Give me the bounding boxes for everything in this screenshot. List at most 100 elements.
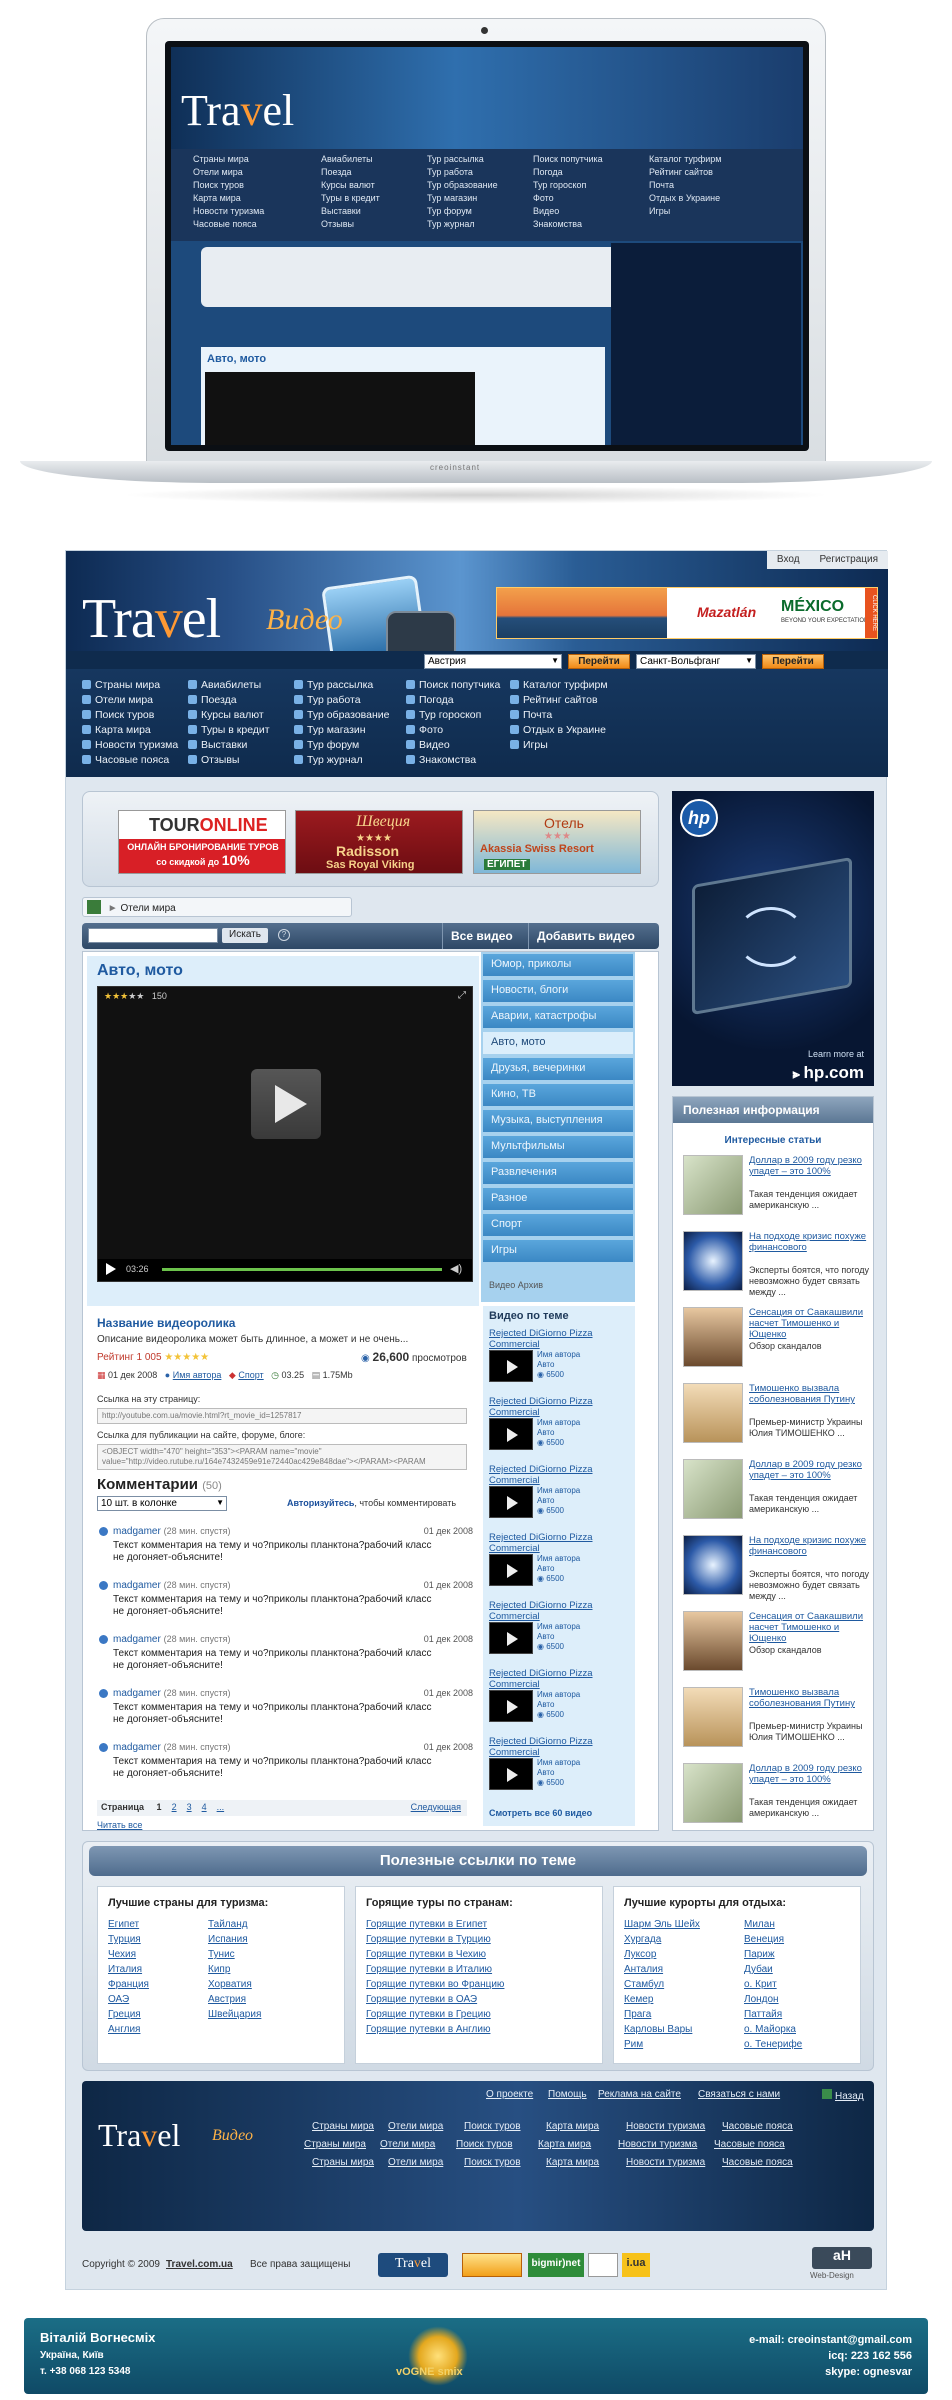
useful-link[interactable]: Горящие путевки в Англию bbox=[366, 2024, 490, 2035]
category-item[interactable]: Друзья, вечеринки bbox=[483, 1058, 633, 1080]
footer-nav-link[interactable]: Карта мира bbox=[546, 2157, 599, 2168]
related-title[interactable]: Rejected DiGiorno Pizza Commercial bbox=[489, 1464, 629, 1486]
useful-link[interactable]: о. Крит bbox=[744, 1979, 777, 1990]
news-image[interactable] bbox=[683, 1155, 743, 1215]
footer-nav-link[interactable]: Отели мира bbox=[380, 2139, 435, 2150]
news-image[interactable] bbox=[683, 1383, 743, 1443]
footer-nav-link[interactable]: Новости туризма bbox=[618, 2139, 697, 2150]
nav-item[interactable]: Тур образование bbox=[294, 709, 389, 721]
related-author[interactable]: Имя автора bbox=[537, 1690, 580, 1700]
category-item[interactable]: Игры bbox=[483, 1240, 633, 1262]
news-title[interactable]: Сенсация от Саакашвили насчет Тимошенко … bbox=[749, 1307, 869, 1340]
useful-link[interactable]: Турция bbox=[108, 1934, 141, 1945]
home-icon[interactable] bbox=[87, 900, 101, 914]
related-cat[interactable]: Авто bbox=[537, 1700, 580, 1710]
nav-item[interactable]: Новости туризма bbox=[82, 739, 178, 751]
author-email[interactable]: e-mail: creoinstant@gmail.com bbox=[749, 2332, 912, 2348]
nav-item[interactable]: Тур форум bbox=[294, 739, 359, 751]
nav-item[interactable]: Курсы валют bbox=[188, 709, 264, 721]
copyright-site[interactable]: Travel.com.ua bbox=[166, 2259, 233, 2270]
play-button-big[interactable] bbox=[251, 1069, 321, 1139]
footer-nav-link[interactable]: Отели мира bbox=[388, 2121, 443, 2132]
footer-top-link[interactable]: О проекте bbox=[486, 2089, 533, 2100]
useful-link[interactable]: Испания bbox=[208, 1934, 248, 1945]
nav-item[interactable]: Знакомства bbox=[406, 754, 476, 766]
footer-nav-link[interactable]: Поиск туров bbox=[456, 2139, 513, 2150]
footer-nav-link[interactable]: Часовые пояса bbox=[714, 2139, 785, 2150]
useful-link[interactable]: Греция bbox=[108, 2009, 141, 2020]
footer-nav-link[interactable]: Страны мира bbox=[312, 2157, 374, 2168]
useful-link[interactable]: Чехия bbox=[108, 1949, 136, 1960]
related-item[interactable]: Rejected DiGiorno Pizza Commercial Имя ав… bbox=[489, 1328, 629, 1384]
country-select[interactable]: Австрия ▼ bbox=[424, 654, 562, 669]
useful-link[interactable]: Анталия bbox=[624, 1964, 663, 1975]
footer-nav-link[interactable]: Новости туризма bbox=[626, 2157, 705, 2168]
useful-link[interactable]: Египет bbox=[108, 1919, 139, 1930]
counter-iua[interactable]: i.ua bbox=[622, 2253, 650, 2277]
city-select[interactable]: Санкт-Вольфганг ▼ bbox=[636, 654, 756, 669]
go-button-1[interactable]: Перейти bbox=[568, 654, 630, 669]
related-thumb[interactable] bbox=[489, 1690, 533, 1722]
next-page-link[interactable]: Следующая bbox=[411, 1802, 461, 1812]
footer-nav-link[interactable]: Страны мира bbox=[312, 2121, 374, 2132]
volume-icon[interactable]: ◀) bbox=[450, 1262, 462, 1275]
news-title[interactable]: На подходе кризис похуже финансового bbox=[749, 1231, 869, 1253]
comment-user[interactable]: madgamer bbox=[113, 1580, 161, 1591]
page-link[interactable]: 1 bbox=[157, 1802, 162, 1812]
nav-item[interactable]: Поезда bbox=[188, 694, 237, 706]
nav-item[interactable]: Рейтинг сайтов bbox=[510, 694, 598, 706]
news-title[interactable]: Тимошенко вызвала соболезнования Путину bbox=[749, 1687, 869, 1709]
related-item[interactable]: Rejected DiGiorno Pizza Commercial Имя ав… bbox=[489, 1464, 629, 1520]
footer-mini-logo[interactable]: Travel bbox=[378, 2253, 448, 2277]
nav-item[interactable]: Часовые пояса bbox=[82, 754, 169, 766]
related-title[interactable]: Rejected DiGiorno Pizza Commercial bbox=[489, 1328, 629, 1350]
useful-link[interactable]: Прага bbox=[624, 2009, 651, 2020]
useful-link[interactable]: Тайланд bbox=[208, 1919, 248, 1930]
related-item[interactable]: Rejected DiGiorno Pizza Commercial Имя ав… bbox=[489, 1668, 629, 1724]
news-image[interactable] bbox=[683, 1763, 743, 1823]
useful-link[interactable]: Кипр bbox=[208, 1964, 230, 1975]
nav-item[interactable]: Тур рассылка bbox=[294, 679, 373, 691]
useful-link[interactable]: Дубаи bbox=[744, 1964, 773, 1975]
related-cat[interactable]: Авто bbox=[537, 1768, 580, 1778]
banner-tour-online[interactable]: TOURONLINE ОНЛАЙН БРОНИРОВАНИЕ ТУРОВ со … bbox=[118, 810, 286, 874]
useful-link[interactable]: Горящие путевки в ОАЭ bbox=[366, 1994, 477, 2005]
nav-item[interactable]: Выставки bbox=[188, 739, 247, 751]
page-link[interactable]: 4 bbox=[202, 1802, 207, 1812]
footer-nav-link[interactable]: Часовые пояса bbox=[722, 2157, 793, 2168]
page-link[interactable]: 3 bbox=[187, 1802, 192, 1812]
news-title[interactable]: Доллар в 2009 году резко упадет – это 10… bbox=[749, 1763, 869, 1785]
category-item[interactable]: Кино, ТВ bbox=[483, 1084, 633, 1106]
page-link[interactable]: 2 bbox=[172, 1802, 177, 1812]
breadcrumb-current[interactable]: Отели мира bbox=[120, 903, 175, 914]
banner-radisson[interactable]: Швеция ★★★★ Radisson Sas Royal Viking bbox=[295, 810, 463, 874]
nav-item[interactable]: Каталог турфирм bbox=[510, 679, 608, 691]
nav-item[interactable]: Поиск попутчика bbox=[406, 679, 500, 691]
register-link[interactable]: Регистрация bbox=[810, 551, 888, 568]
nav-item[interactable]: Почта bbox=[510, 709, 552, 721]
nav-item[interactable]: Погода bbox=[406, 694, 454, 706]
news-title[interactable]: Сенсация от Саакашвили насчет Тимошенко … bbox=[749, 1611, 869, 1644]
related-thumb[interactable] bbox=[489, 1554, 533, 1586]
useful-link[interactable]: Париж bbox=[744, 1949, 775, 1960]
footer-nav-link[interactable]: Часовые пояса bbox=[722, 2121, 793, 2132]
useful-link[interactable]: Венеция bbox=[744, 1934, 784, 1945]
related-author[interactable]: Имя автора bbox=[537, 1622, 580, 1632]
useful-link[interactable]: ОАЭ bbox=[108, 1994, 129, 2005]
footer-nav-link[interactable]: Карта мира bbox=[538, 2139, 591, 2150]
footer-nav-link[interactable]: Страны мира bbox=[304, 2139, 366, 2150]
comment-user[interactable]: madgamer bbox=[113, 1526, 161, 1537]
nav-item[interactable]: Авиабилеты bbox=[188, 679, 261, 691]
useful-link[interactable]: Рим bbox=[624, 2039, 643, 2050]
category-item[interactable]: Музыка, выступления bbox=[483, 1110, 633, 1132]
fullscreen-icon[interactable]: ⤢ bbox=[458, 990, 466, 1001]
news-item[interactable]: Доллар в 2009 году резко упадет – это 10… bbox=[683, 1459, 869, 1529]
comment-user[interactable]: madgamer bbox=[113, 1742, 161, 1753]
related-title[interactable]: Rejected DiGiorno Pizza Commercial bbox=[489, 1736, 629, 1758]
related-title[interactable]: Rejected DiGiorno Pizza Commercial bbox=[489, 1600, 629, 1622]
news-item[interactable]: На подходе кризис похуже финансового Эксп… bbox=[683, 1535, 869, 1605]
login-link[interactable]: Вход bbox=[767, 551, 810, 568]
progress-bar[interactable] bbox=[162, 1268, 442, 1271]
useful-link[interactable]: Хорватия bbox=[208, 1979, 252, 1990]
category-item[interactable]: Авто, мото bbox=[483, 1032, 633, 1054]
